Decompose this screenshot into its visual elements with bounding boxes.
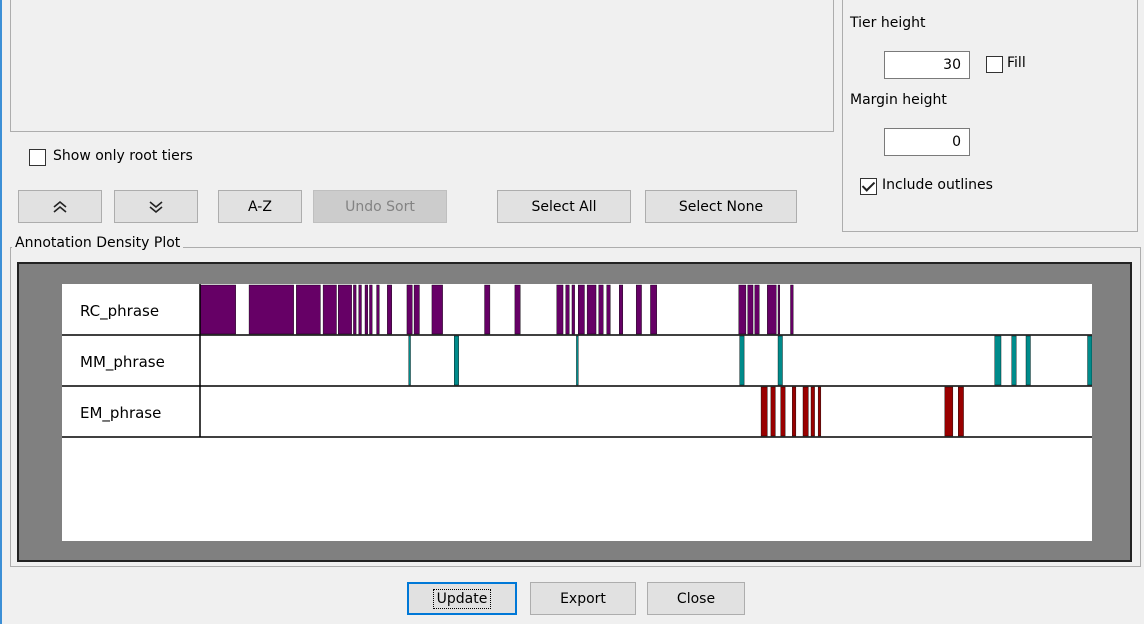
annotation-segment [944,386,954,437]
annotation-segment [1087,335,1092,386]
annotation-segment [739,335,745,386]
include-outlines-checkbox[interactable] [860,178,877,195]
annotation-segment [358,284,362,335]
select-all-label: Select All [531,198,597,215]
annotation-segment [810,386,815,437]
tier-settings-panel [842,0,1138,232]
sort-az-label: A-Z [248,198,272,215]
annotation-segment [598,284,604,335]
tier-label: MM_phrase [80,353,165,372]
include-outlines-label: Include outlines [882,177,993,193]
annotation-segment [514,284,521,335]
density-plot-canvas: RC_phrase MM_phrase EM_phrase [62,284,1092,541]
annotation-segment [747,284,754,335]
annotation-segment [565,284,570,335]
annotation-segment [484,284,491,335]
margin-height-label: Margin height [850,92,947,108]
close-label: Close [676,590,716,607]
undo-sort-label: Undo Sort [345,198,415,215]
annotation-segment [408,335,411,386]
annotation-segment [606,284,611,335]
annotation-segment [376,284,380,335]
margin-height-input[interactable]: 0 [884,128,970,156]
plot-title: Annotation Density Plot [12,235,184,251]
select-none-label: Select None [678,198,764,215]
annotation-segment [586,284,597,335]
annotation-segment [578,284,585,335]
annotation-segment [406,284,413,335]
annotation-segment [571,284,575,335]
double-chevron-up-icon [52,200,68,214]
annotation-segment [1025,335,1031,386]
double-chevron-down-icon [148,200,164,214]
annotation-segment [994,335,1002,386]
window-left-edge [0,0,2,624]
select-all-button[interactable]: Select All [497,190,631,223]
annotation-segment [431,284,443,335]
annotation-segment [777,335,783,386]
tier-label: RC_phrase [80,302,159,321]
annotation-segment [760,386,768,437]
export-label: Export [560,590,606,607]
annotation-segment [364,284,368,335]
export-button[interactable]: Export [530,582,636,615]
annotation-segment [387,284,392,335]
annotation-segment [454,335,459,386]
fill-label: Fill [1007,55,1026,71]
annotation-segment [353,284,357,335]
annotation-segment [792,386,797,437]
tier-height-label: Tier height [850,15,926,31]
annotation-segment [767,284,777,335]
annotation-segment [802,386,809,437]
show-only-root-tiers-label: Show only root tiers [53,148,193,164]
annotation-segment [576,335,579,386]
annotation-segment [248,284,294,335]
fill-checkbox[interactable] [986,56,1003,73]
annotation-segment [817,386,822,437]
move-tier-up-button[interactable] [18,190,102,223]
undo-sort-button[interactable]: Undo Sort [313,190,447,223]
annotation-segment [780,386,786,437]
annotation-segment [635,284,642,335]
update-button[interactable]: Update [407,582,517,615]
annotation-segment [199,284,236,335]
tier-label: EM_phrase [80,404,161,423]
sort-az-button[interactable]: A-Z [218,190,302,223]
annotation-segment [619,284,624,335]
tier-list-panel[interactable] [10,0,834,132]
annotation-segment [413,284,420,335]
show-only-root-tiers-checkbox[interactable] [29,149,46,166]
annotation-segment [770,386,776,437]
annotation-segment [296,284,321,335]
annotation-segment [338,284,352,335]
annotation-segment [754,284,760,335]
annotation-segment [556,284,564,335]
density-plot-svg: RC_phrase MM_phrase EM_phrase [62,284,1092,438]
move-tier-down-button[interactable] [114,190,198,223]
annotation-segment [958,386,964,437]
annotation-segment [369,284,373,335]
annotation-segment [1011,335,1017,386]
annotation-segment [777,284,780,335]
update-label: Update [432,588,492,609]
close-button[interactable]: Close [647,582,745,615]
tier-height-input[interactable]: 30 [884,51,970,79]
select-none-button[interactable]: Select None [645,190,797,223]
annotation-segment [790,284,794,335]
annotation-segment [738,284,747,335]
annotation-segment [322,284,337,335]
annotation-segment [650,284,657,335]
